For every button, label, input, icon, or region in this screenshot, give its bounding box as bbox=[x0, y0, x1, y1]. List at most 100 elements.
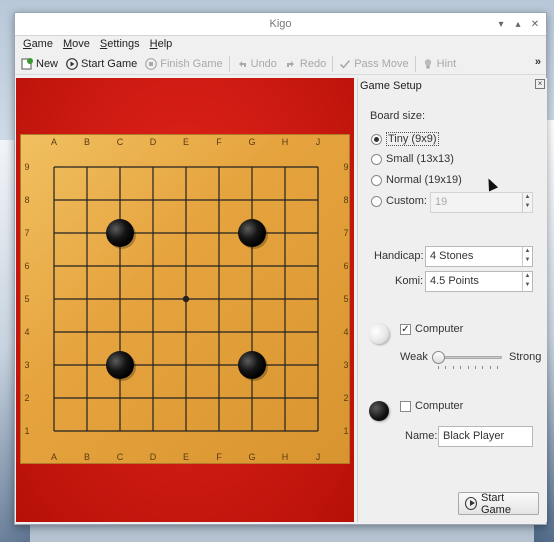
menu-move[interactable]: Move bbox=[58, 36, 95, 53]
white-computer-check[interactable]: ✓ bbox=[400, 323, 411, 335]
close-window-icon[interactable]: ✕ bbox=[528, 13, 542, 36]
radio-normal-indicator[interactable] bbox=[371, 174, 382, 186]
strength-slider-handle[interactable] bbox=[432, 351, 445, 364]
go-board[interactable]: A A B B C C D D E E F F G G H H J J 9 9 8 8 7 7 6 6 5 5 4 4 3 3 2 2 1 1 bbox=[20, 134, 350, 464]
board-coordinate-label: 5 bbox=[343, 294, 348, 304]
radio-small[interactable]: Small (13x13) bbox=[371, 153, 454, 165]
radio-tiny[interactable]: Tiny (9x9) bbox=[371, 132, 439, 146]
title-bar[interactable]: Kigo ▾ ▴ ✕ bbox=[15, 13, 546, 36]
game-setup-panel: Game Setup × Board size: Tiny (9x9) Smal… bbox=[357, 78, 547, 522]
start-game-button-label: Start Game bbox=[480, 491, 511, 516]
handicap-spinbox[interactable]: 4 Stones ▲ ▼ bbox=[425, 246, 533, 267]
finish-game-button[interactable]: Finish Game bbox=[141, 54, 226, 74]
black-name-input[interactable]: Black Player bbox=[438, 426, 533, 447]
play-icon bbox=[66, 57, 78, 70]
board-coordinate-label: 6 bbox=[343, 261, 348, 271]
spin-arrows-icon[interactable]: ▲ ▼ bbox=[522, 272, 532, 291]
board-coordinate-label: B bbox=[84, 452, 90, 462]
board-coordinate-label: E bbox=[183, 452, 189, 462]
board-coordinate-label: D bbox=[150, 452, 157, 462]
board-coordinate-label: 6 bbox=[24, 261, 29, 271]
black-computer-checkbox[interactable]: Computer bbox=[400, 400, 463, 412]
menu-help[interactable]: Help bbox=[145, 36, 178, 53]
menu-settings[interactable]: Settings bbox=[95, 36, 145, 53]
white-computer-label: Computer bbox=[415, 323, 464, 335]
black-stone bbox=[106, 219, 134, 247]
hint-button[interactable]: Hint bbox=[418, 54, 461, 74]
board-coordinate-label: J bbox=[316, 137, 321, 147]
board-grid[interactable]: A A B B C C D D E E F F G G H H J J 9 9 8 8 7 7 6 6 5 5 4 4 3 3 2 2 1 1 bbox=[21, 135, 351, 465]
board-coordinate-label: H bbox=[282, 452, 289, 462]
maximize-icon[interactable]: ▴ bbox=[511, 13, 525, 36]
black-name-value: Black Player bbox=[443, 430, 505, 442]
radio-custom[interactable]: Custom: bbox=[371, 195, 427, 207]
stop-icon bbox=[145, 57, 158, 70]
hint-label: Hint bbox=[436, 57, 457, 70]
strength-strong-label: Strong bbox=[509, 351, 542, 363]
menu-bar: Game Move Settings Help bbox=[15, 36, 546, 53]
board-coordinate-label: 5 bbox=[24, 294, 29, 304]
board-coordinate-label: 4 bbox=[343, 327, 348, 337]
finish-game-label: Finish Game bbox=[160, 57, 223, 70]
board-coordinate-label: 1 bbox=[24, 426, 29, 436]
redo-icon bbox=[285, 58, 297, 70]
undo-label: Undo bbox=[250, 57, 277, 70]
komi-label: Komi: bbox=[395, 275, 424, 287]
lightbulb-icon bbox=[422, 58, 434, 70]
strength-weak-label: Weak bbox=[400, 351, 428, 363]
board-coordinate-label: 1 bbox=[343, 426, 348, 436]
minimize-icon[interactable]: ▾ bbox=[494, 13, 508, 36]
spin-arrows-icon[interactable]: ▲ ▼ bbox=[522, 247, 532, 266]
komi-spinbox[interactable]: 4.5 Points ▲ ▼ bbox=[425, 271, 533, 292]
board-coordinate-label: B bbox=[84, 137, 90, 147]
start-game-toolbar-button[interactable]: Start Game bbox=[62, 54, 141, 74]
radio-small-indicator[interactable] bbox=[371, 153, 382, 165]
board-coordinate-label: 8 bbox=[343, 195, 348, 205]
komi-value: 4.5 Points bbox=[430, 275, 479, 287]
pass-move-button[interactable]: Pass Move bbox=[335, 54, 412, 74]
black-stone bbox=[238, 219, 266, 247]
radio-normal-label: Normal (19x19) bbox=[386, 174, 462, 186]
radio-custom-indicator[interactable] bbox=[371, 195, 382, 207]
black-computer-label: Computer bbox=[415, 400, 464, 412]
custom-size-spinbox[interactable]: 19 ▲ ▼ bbox=[430, 192, 533, 213]
board-coordinate-label: J bbox=[316, 452, 321, 462]
toolbar-separator bbox=[414, 55, 416, 72]
board-coordinate-label: 3 bbox=[343, 360, 348, 370]
board-coordinate-label: 4 bbox=[24, 327, 29, 337]
undo-button[interactable]: Undo bbox=[232, 54, 281, 74]
toolbar: New Start Game Finish Game Undo Redo Pas… bbox=[15, 53, 546, 75]
black-computer-check[interactable] bbox=[400, 400, 411, 412]
board-coordinate-label: D bbox=[150, 137, 157, 147]
white-computer-checkbox[interactable]: ✓ Computer bbox=[400, 323, 463, 335]
spin-arrows-icon[interactable]: ▲ ▼ bbox=[522, 193, 532, 212]
board-coordinate-label: C bbox=[117, 452, 124, 462]
kigo-window: Kigo ▾ ▴ ✕ Game Move Settings Help New S… bbox=[14, 12, 547, 525]
close-icon[interactable]: × bbox=[535, 79, 545, 89]
radio-small-label: Small (13x13) bbox=[386, 153, 454, 165]
window-title: Kigo bbox=[269, 18, 292, 30]
board-coordinate-label: 8 bbox=[24, 195, 29, 205]
board-coordinate-label: G bbox=[248, 137, 255, 147]
checkmark-icon bbox=[339, 58, 351, 70]
toolbar-overflow-icon[interactable]: » bbox=[535, 56, 541, 68]
undo-icon bbox=[236, 58, 248, 70]
black-name-label: Name: bbox=[405, 430, 438, 442]
start-game-button[interactable]: Start Game bbox=[458, 491, 539, 516]
board-coordinate-label: 9 bbox=[343, 162, 348, 172]
handicap-value: 4 Stones bbox=[430, 250, 474, 262]
board-coordinate-label: C bbox=[117, 137, 124, 147]
board-coordinate-label: E bbox=[183, 137, 189, 147]
redo-button[interactable]: Redo bbox=[281, 54, 330, 74]
new-button[interactable]: New bbox=[17, 54, 62, 74]
board-size-label: Board size: bbox=[370, 110, 426, 122]
radio-tiny-indicator[interactable] bbox=[371, 133, 382, 145]
board-coordinate-label: F bbox=[216, 137, 222, 147]
menu-game[interactable]: Game bbox=[18, 36, 58, 53]
board-coordinate-label: 2 bbox=[343, 393, 348, 403]
new-label: New bbox=[36, 57, 59, 70]
radio-normal[interactable]: Normal (19x19) bbox=[371, 174, 462, 186]
pass-move-label: Pass Move bbox=[354, 57, 409, 70]
new-document-icon bbox=[21, 57, 33, 70]
board-coordinate-label: 7 bbox=[24, 228, 29, 238]
